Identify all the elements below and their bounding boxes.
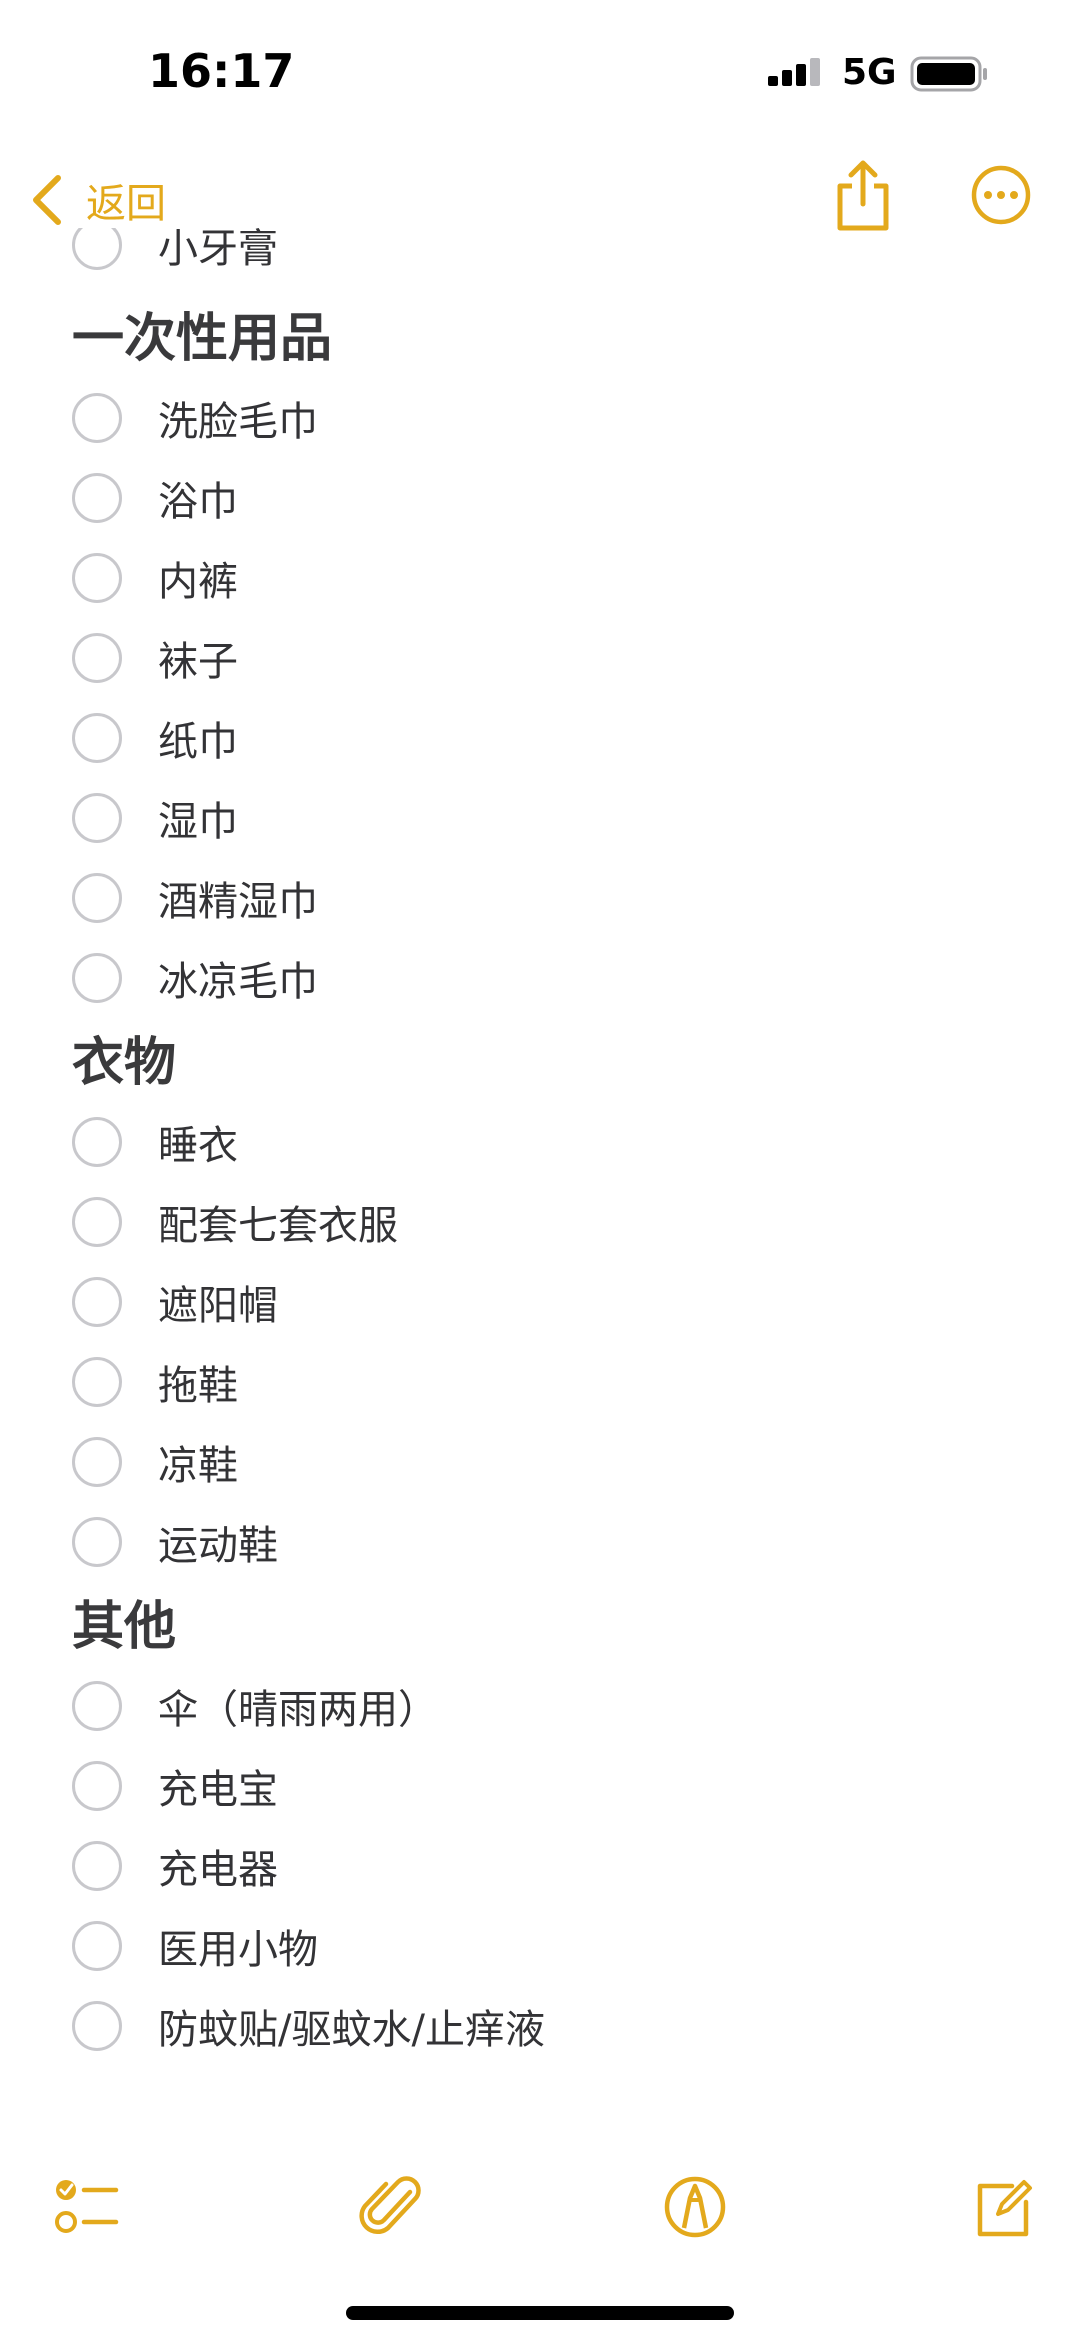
network-type: 5G [842, 52, 897, 93]
item-label: 充电宝 [158, 1767, 278, 1813]
item-label: 纸巾 [158, 719, 238, 765]
back-button[interactable]: 返回 [30, 160, 166, 240]
checkbox-circle[interactable] [72, 393, 122, 443]
compose-icon[interactable] [968, 2172, 1038, 2242]
item-label: 洗脸毛巾 [158, 399, 318, 445]
checkbox-circle[interactable] [72, 1681, 122, 1731]
status-bar: 16:17 5G [0, 0, 1080, 140]
markup-pen-icon[interactable] [660, 2172, 730, 2242]
checkbox-circle[interactable] [72, 1841, 122, 1891]
checkbox-circle[interactable] [72, 713, 122, 763]
item-label: 冰凉毛巾 [158, 959, 318, 1005]
list-item[interactable]: 酒精湿巾 [72, 868, 318, 928]
list-item[interactable]: 伞（晴雨两用） [72, 1676, 438, 1736]
checkbox-circle[interactable] [72, 793, 122, 843]
list-item[interactable]: 湿巾 [72, 788, 238, 848]
status-time: 16:17 [148, 44, 295, 98]
checkbox-circle[interactable] [72, 1197, 122, 1247]
more-options-icon[interactable] [970, 164, 1032, 226]
checkbox-circle[interactable] [72, 473, 122, 523]
item-label: 配套七套衣服 [158, 1203, 398, 1249]
home-indicator[interactable] [346, 2306, 734, 2320]
item-label: 遮阳帽 [158, 1283, 278, 1329]
item-label: 充电器 [158, 1847, 278, 1893]
list-item[interactable]: 纸巾 [72, 708, 238, 768]
checkbox-circle[interactable] [72, 633, 122, 683]
back-label: 返回 [86, 181, 166, 227]
checklist-icon[interactable] [52, 2172, 122, 2242]
item-label: 内裤 [158, 559, 238, 605]
list-item[interactable]: 运动鞋 [72, 1512, 278, 1572]
checkbox-circle[interactable] [72, 1517, 122, 1567]
list-item[interactable]: 医用小物 [72, 1916, 318, 1976]
paperclip-icon[interactable] [358, 2172, 428, 2242]
checkbox-circle[interactable] [72, 1921, 122, 1971]
list-item[interactable]: 防蚊贴/驱蚊水/止痒液 [72, 1996, 545, 2056]
checkbox-circle[interactable] [72, 2001, 122, 2051]
list-item[interactable]: 遮阳帽 [72, 1272, 278, 1332]
item-label: 运动鞋 [158, 1523, 278, 1569]
checkbox-circle[interactable] [72, 873, 122, 923]
chevron-left-icon [33, 175, 61, 225]
battery-icon [910, 56, 987, 92]
list-item[interactable]: 充电宝 [72, 1756, 278, 1816]
checkbox-circle[interactable] [72, 1357, 122, 1407]
list-item[interactable]: 袜子 [72, 628, 238, 688]
item-label: 医用小物 [158, 1927, 318, 1973]
bottom-toolbar [0, 2160, 1080, 2260]
cellular-signal-icon [768, 58, 820, 86]
checkbox-circle[interactable] [72, 1277, 122, 1327]
checkbox-circle[interactable] [72, 953, 122, 1003]
item-label: 浴巾 [158, 479, 238, 525]
checkbox-circle[interactable] [72, 1437, 122, 1487]
note-content[interactable]: 小牙膏 一次性用品 洗脸毛巾 浴巾 内裤 袜子 纸巾 湿巾 酒精湿巾 冰凉毛巾 … [0, 0, 1080, 2341]
list-item[interactable]: 充电器 [72, 1836, 278, 1896]
list-item[interactable]: 凉鞋 [72, 1432, 238, 1492]
list-item[interactable]: 拖鞋 [72, 1352, 238, 1412]
item-label: 湿巾 [158, 799, 238, 845]
item-label: 防蚊贴/驱蚊水/止痒液 [158, 2007, 545, 2053]
list-item[interactable]: 内裤 [72, 548, 238, 608]
list-item[interactable]: 配套七套衣服 [72, 1192, 398, 1252]
section-heading-other: 其他 [72, 1597, 177, 1657]
checkbox-circle[interactable] [72, 1761, 122, 1811]
item-label: 睡衣 [158, 1123, 238, 1169]
item-label: 伞（晴雨两用） [158, 1687, 438, 1733]
list-item[interactable]: 浴巾 [72, 468, 238, 528]
section-heading-clothing: 衣物 [72, 1033, 177, 1093]
section-heading-disposables: 一次性用品 [72, 309, 333, 369]
item-label: 袜子 [158, 639, 238, 685]
navigation-bar: 返回 [0, 150, 1080, 250]
list-item[interactable]: 洗脸毛巾 [72, 388, 318, 448]
item-label: 拖鞋 [158, 1363, 238, 1409]
list-item[interactable]: 冰凉毛巾 [72, 948, 318, 1008]
list-item[interactable]: 睡衣 [72, 1112, 238, 1172]
checkbox-circle[interactable] [72, 1117, 122, 1167]
share-icon[interactable] [832, 158, 894, 234]
item-label: 酒精湿巾 [158, 879, 318, 925]
item-label: 凉鞋 [158, 1443, 238, 1489]
checkbox-circle[interactable] [72, 553, 122, 603]
